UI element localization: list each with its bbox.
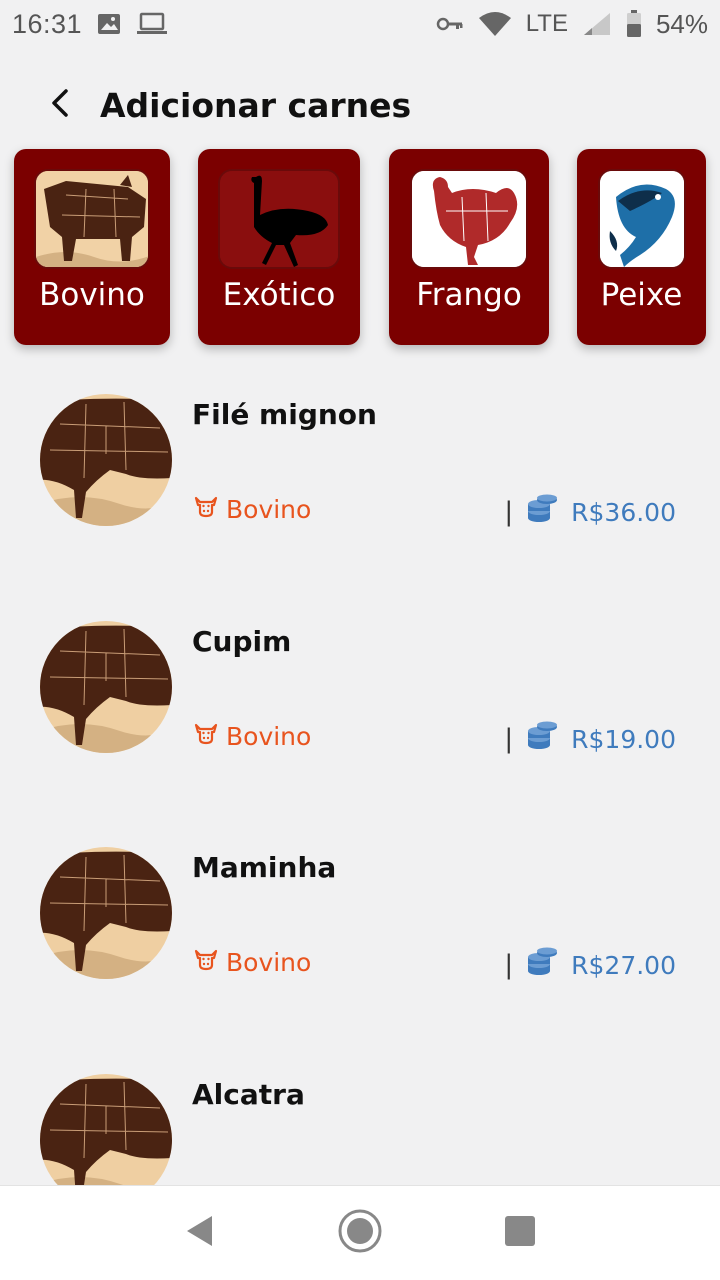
signal-icon xyxy=(582,11,612,37)
wifi-icon xyxy=(478,10,512,38)
network-type: LTE xyxy=(525,10,568,37)
status-bar: 16:31 LTE 54% xyxy=(0,0,720,48)
app-header: Adicionar carnes xyxy=(0,72,720,138)
category-card-peixe[interactable]: Peixe xyxy=(577,149,706,345)
key-icon xyxy=(436,14,464,34)
category-label: Exótico xyxy=(222,277,336,313)
product-price-value: R$27.00 xyxy=(571,950,676,980)
back-triangle-icon xyxy=(184,1214,216,1252)
list-item[interactable]: Maminha Bovino | R$27.00 xyxy=(0,847,720,987)
coins-icon xyxy=(527,494,559,530)
category-label: Bovino xyxy=(39,277,145,313)
category-list: Bovino Exótico Frango Peixe xyxy=(0,149,720,347)
home-circle-icon xyxy=(337,1208,383,1258)
page-title: Adicionar carnes xyxy=(100,85,412,125)
cow-icon xyxy=(194,721,218,751)
price-divider: | xyxy=(504,724,514,754)
nav-home-button[interactable] xyxy=(330,1203,390,1263)
nav-recents-button[interactable] xyxy=(490,1203,550,1263)
cow-icon xyxy=(194,947,218,977)
laptop-icon xyxy=(136,11,168,37)
category-label: Peixe xyxy=(600,277,683,313)
category-card-frango[interactable]: Frango xyxy=(389,149,549,345)
product-name: Alcatra xyxy=(192,1078,305,1111)
product-category-label: Bovino xyxy=(226,494,312,524)
product-name: Maminha xyxy=(192,851,337,884)
product-category-label: Bovino xyxy=(226,721,312,751)
status-left: 16:31 xyxy=(12,9,168,40)
cow-icon xyxy=(194,494,218,524)
product-name: Cupim xyxy=(192,625,292,658)
coins-icon xyxy=(527,721,559,757)
product-name: Filé mignon xyxy=(192,398,377,431)
product-price: | R$19.00 xyxy=(504,721,676,757)
fish-image xyxy=(597,169,686,269)
nav-back-button[interactable] xyxy=(170,1203,230,1263)
battery-percent: 54% xyxy=(655,8,708,39)
ostrich-image xyxy=(218,169,340,269)
product-category: Bovino xyxy=(194,721,311,751)
product-category: Bovino xyxy=(194,494,311,524)
product-price: | R$36.00 xyxy=(504,494,676,530)
product-price: | R$27.00 xyxy=(504,947,676,983)
beef-cuts-thumbnail xyxy=(40,621,172,753)
chicken-cuts-image xyxy=(410,169,528,269)
back-button[interactable] xyxy=(30,75,90,135)
product-price-value: R$36.00 xyxy=(571,497,676,527)
image-icon xyxy=(96,11,122,37)
status-time: 16:31 xyxy=(12,8,83,39)
beef-cuts-image xyxy=(34,169,150,269)
product-category-label: Bovino xyxy=(226,947,312,977)
beef-cuts-thumbnail xyxy=(40,847,172,979)
category-label: Frango xyxy=(416,277,522,313)
price-divider: | xyxy=(504,497,514,527)
battery-icon xyxy=(626,10,642,38)
beef-cuts-thumbnail xyxy=(40,394,172,526)
category-card-bovino[interactable]: Bovino xyxy=(14,149,170,345)
status-right: LTE 54% xyxy=(436,9,708,40)
product-category: Bovino xyxy=(194,947,311,977)
list-item[interactable]: Cupim Bovino | R$19.00 xyxy=(0,621,720,761)
back-arrow-icon xyxy=(49,88,71,122)
category-card-exotico[interactable]: Exótico xyxy=(198,149,360,345)
price-divider: | xyxy=(504,950,514,980)
recents-square-icon xyxy=(504,1215,536,1251)
coins-icon xyxy=(527,947,559,983)
list-item[interactable]: Filé mignon Bovino | R$36.00 xyxy=(0,394,720,534)
product-price-value: R$19.00 xyxy=(571,724,676,754)
system-nav-bar xyxy=(0,1185,720,1280)
